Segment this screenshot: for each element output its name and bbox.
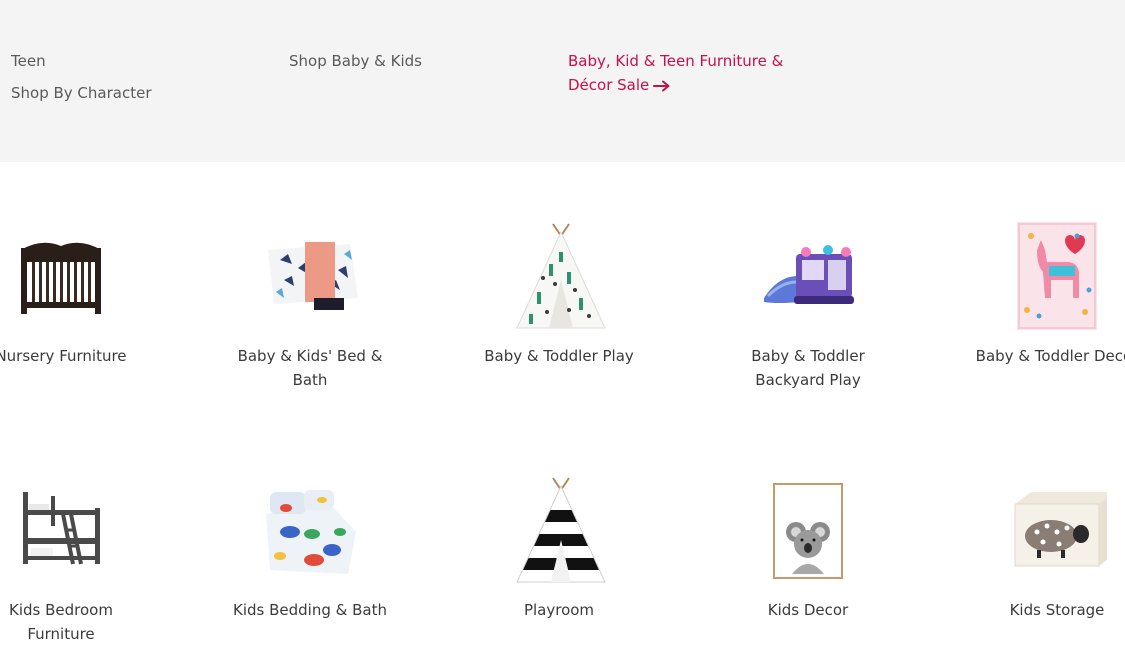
bounce-house-image	[758, 220, 858, 330]
category-label: Kids Bedroom Furniture	[9, 601, 113, 643]
category-label: Baby & Toddler Decor	[975, 347, 1125, 365]
category-label: Playroom	[523, 601, 595, 619]
bunk-bed-image	[11, 474, 111, 584]
sale-link[interactable]: Baby, Kid & Teen Furniture & Décor Sale	[568, 49, 808, 99]
category-nav-bar: Teen Shop By Character Shop Baby & Kids …	[0, 0, 1125, 162]
blanket-image	[260, 220, 360, 330]
category-label: Baby & Toddler Play	[484, 347, 634, 365]
nav-link-shop-baby-kids[interactable]: Shop Baby & Kids	[289, 52, 422, 70]
llama-art-image	[1007, 220, 1107, 330]
nav-link-shop-by-character[interactable]: Shop By Character	[11, 84, 152, 102]
sheep-toy-chest-image	[1007, 474, 1115, 584]
category-label: Baby & Toddler Backyard Play	[751, 347, 865, 389]
dinosaur-bedding-image	[260, 474, 360, 584]
teepee-cactus-image	[509, 220, 609, 330]
striped-teepee-image	[509, 474, 609, 584]
crib-image	[11, 220, 111, 330]
sale-link-label: Baby, Kid & Teen Furniture & Décor Sale	[568, 52, 784, 94]
category-label: Baby & Kids' Bed & Bath	[237, 347, 383, 389]
category-label: Kids Decor	[767, 601, 849, 619]
category-label: Nursery Furniture	[0, 347, 127, 365]
category-label: Kids Bedding & Bath	[233, 601, 387, 619]
nav-link-teen[interactable]: Teen	[11, 52, 46, 70]
arrow-right-icon	[653, 75, 671, 99]
category-label: Kids Storage	[1009, 601, 1105, 619]
koala-print-image	[758, 474, 858, 584]
